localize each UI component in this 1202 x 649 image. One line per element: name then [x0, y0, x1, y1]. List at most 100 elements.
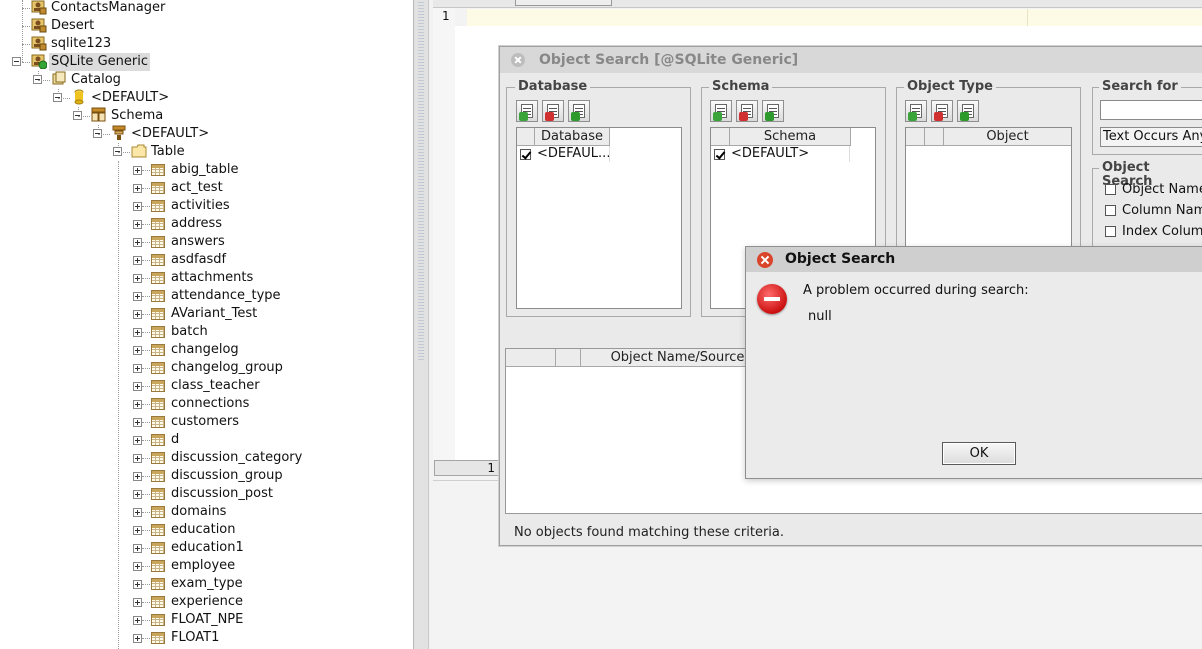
expand-icon[interactable] — [133, 472, 142, 481]
object-type-icon-header[interactable] — [925, 128, 944, 146]
tree-table-item[interactable]: FLOAT_NPE — [169, 611, 245, 629]
expand-icon[interactable] — [133, 166, 142, 175]
expand-icon[interactable] — [133, 634, 142, 643]
uncheck-all-icon[interactable] — [931, 100, 953, 122]
tree-table-item[interactable]: discussion_post — [169, 485, 275, 503]
tree-table-item[interactable]: attendance_type — [169, 287, 283, 305]
search-text-input[interactable] — [1100, 100, 1202, 120]
tree-table-item[interactable]: domains — [169, 503, 228, 521]
tree-table-item[interactable]: activities — [169, 197, 232, 215]
expand-icon[interactable] — [133, 490, 142, 499]
results-type-header[interactable] — [506, 349, 556, 367]
connection-item-sqlite-generic[interactable]: SQLite Generic — [49, 53, 150, 71]
object-column-header[interactable]: Object — [944, 128, 1071, 146]
column-name-checkbox[interactable] — [1105, 205, 1116, 216]
tree-default-schema[interactable]: <DEFAULT> — [129, 125, 211, 143]
tree-schema[interactable]: Schema — [109, 107, 165, 125]
expand-icon[interactable] — [133, 616, 142, 625]
tree-table-item[interactable]: asdfasdf — [169, 251, 228, 269]
tree-table-item[interactable]: FLOAT1 — [169, 629, 221, 647]
ok-button[interactable]: OK — [942, 442, 1016, 465]
table-icon — [151, 542, 165, 554]
tree-table-item[interactable]: d — [169, 431, 181, 449]
tree-table-item[interactable]: abig_table — [169, 161, 241, 179]
connection-item[interactable]: Desert — [49, 17, 96, 35]
tree-table-item[interactable]: education — [169, 521, 238, 539]
expand-icon[interactable] — [133, 274, 142, 283]
tree-table-item[interactable]: changelog — [169, 341, 241, 359]
schema-checkbox[interactable] — [714, 149, 725, 160]
table-icon — [151, 308, 165, 320]
tree-table-item[interactable]: exam_type — [169, 575, 245, 593]
check-all-icon[interactable] — [710, 100, 732, 122]
table-icon — [151, 416, 165, 428]
tree-table-item[interactable]: answers — [169, 233, 227, 251]
object-type-check-header[interactable] — [906, 128, 925, 146]
expand-icon[interactable] — [133, 382, 142, 391]
expand-icon[interactable] — [133, 454, 142, 463]
close-icon[interactable] — [511, 53, 525, 67]
object-name-checkbox[interactable] — [1105, 184, 1116, 195]
collapse-icon[interactable] — [12, 57, 21, 66]
tree-catalog[interactable]: Catalog — [69, 71, 123, 89]
expand-icon[interactable] — [133, 436, 142, 445]
tree-table-item[interactable]: changelog_group — [169, 359, 285, 377]
database-checkbox[interactable] — [520, 149, 531, 160]
tree-table-item[interactable]: discussion_group — [169, 467, 285, 485]
tree-table-item[interactable]: address — [169, 215, 224, 233]
tree-table-folder[interactable]: Table — [149, 143, 187, 161]
expand-icon[interactable] — [133, 310, 142, 319]
expand-icon[interactable] — [133, 328, 142, 337]
schema-column-header[interactable]: Schema — [730, 128, 851, 146]
tree-table-item[interactable]: attachments — [169, 269, 255, 287]
expand-icon[interactable] — [133, 184, 142, 193]
tree-table-item[interactable]: education1 — [169, 539, 246, 557]
tree-table-item[interactable]: AVariant_Test — [169, 305, 259, 323]
connection-item[interactable]: sqlite123 — [49, 35, 113, 53]
match-mode-select[interactable]: Text Occurs Any — [1100, 127, 1202, 147]
uncheck-all-icon[interactable] — [542, 100, 564, 122]
tree-default-catalog[interactable]: <DEFAULT> — [89, 89, 171, 107]
expand-icon[interactable] — [133, 508, 142, 517]
tree-table-item[interactable]: batch — [169, 323, 210, 341]
check-all-icon[interactable] — [905, 100, 927, 122]
expand-icon[interactable] — [133, 580, 142, 589]
expand-icon[interactable] — [133, 256, 142, 265]
expand-icon[interactable] — [133, 526, 142, 535]
expand-icon[interactable] — [133, 598, 142, 607]
database-column-header[interactable]: Database — [535, 128, 610, 146]
expand-icon[interactable] — [133, 346, 142, 355]
check-all-icon[interactable] — [516, 100, 538, 122]
refresh-list-icon[interactable] — [568, 100, 590, 122]
tree-table-item[interactable]: class_teacher — [169, 377, 262, 395]
expand-icon[interactable] — [133, 562, 142, 571]
splitter-grip[interactable] — [418, 0, 424, 360]
expand-icon[interactable] — [133, 220, 142, 229]
expand-icon[interactable] — [133, 292, 142, 301]
uncheck-all-icon[interactable] — [736, 100, 758, 122]
expand-icon[interactable] — [133, 364, 142, 373]
expand-icon[interactable] — [133, 400, 142, 409]
connection-item[interactable]: ContactsManager — [49, 0, 167, 17]
refresh-list-icon[interactable] — [762, 100, 784, 122]
schema-check-header[interactable] — [711, 128, 730, 146]
database-check-header[interactable] — [517, 128, 535, 146]
editor-toolbar-field[interactable] — [515, 0, 612, 6]
tree-line — [78, 116, 90, 117]
table-icon — [151, 344, 165, 356]
results-icon-header[interactable] — [556, 349, 581, 367]
expand-icon[interactable] — [133, 238, 142, 247]
tree-table-item[interactable]: experience — [169, 593, 245, 611]
tree-table-item[interactable]: customers — [169, 413, 241, 431]
expand-icon[interactable] — [133, 544, 142, 553]
table-icon — [151, 326, 165, 338]
tree-table-item[interactable]: connections — [169, 395, 251, 413]
expand-icon[interactable] — [133, 202, 142, 211]
close-icon[interactable] — [757, 252, 773, 268]
index-column-checkbox[interactable] — [1105, 226, 1116, 237]
tree-table-item[interactable]: employee — [169, 557, 237, 575]
tree-table-item[interactable]: discussion_category — [169, 449, 304, 467]
refresh-list-icon[interactable] — [957, 100, 979, 122]
tree-table-item[interactable]: act_test — [169, 179, 225, 197]
expand-icon[interactable] — [133, 418, 142, 427]
